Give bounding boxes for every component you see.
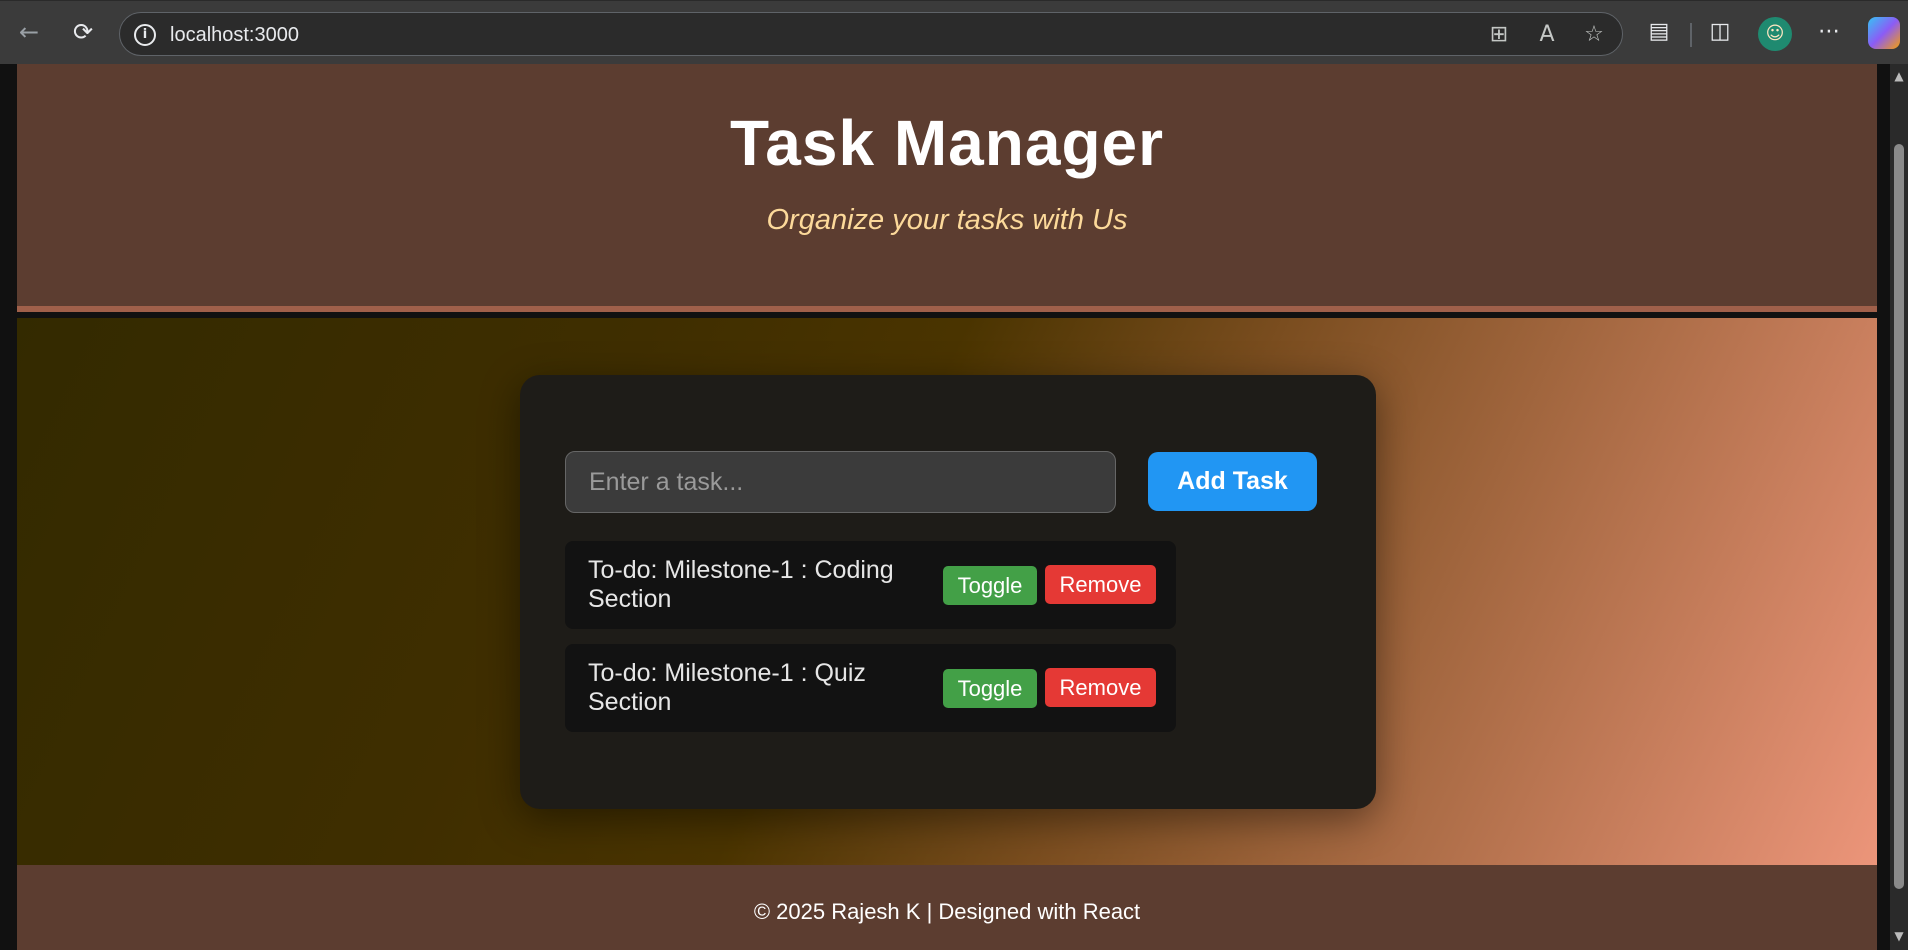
add-task-button[interactable]: Add Task	[1148, 452, 1317, 511]
scroll-up-icon[interactable]: ▲	[1893, 70, 1905, 82]
more-icon[interactable]: ⋯	[1812, 15, 1846, 49]
task-input[interactable]	[565, 451, 1116, 513]
copilot-icon[interactable]	[1868, 17, 1900, 49]
read-aloud-icon[interactable]: A	[1533, 21, 1561, 49]
extension-icon[interactable]: ▤	[1642, 15, 1676, 49]
star-icon[interactable]: ☆	[1580, 21, 1608, 49]
avatar[interactable]: ☺	[1758, 17, 1792, 51]
toggle-button[interactable]: Toggle	[943, 669, 1037, 708]
footer-text: © 2025 Rajesh K | Designed with React	[753, 899, 1141, 924]
page-viewport: Task Manager Organize your tasks with Us…	[0, 64, 1908, 950]
reload-icon[interactable]: ⟳	[66, 15, 100, 49]
browser-toolbar: ← ⟳ i localhost:3000 ⊞ A ☆ ▤ ◫ ☺ ⋯	[0, 0, 1908, 64]
info-icon[interactable]: i	[134, 24, 156, 46]
task-text: To-do: Milestone-1 : Coding Section	[588, 556, 894, 613]
back-arrow-icon[interactable]: ←	[12, 15, 46, 49]
remove-button[interactable]: Remove	[1045, 565, 1156, 604]
toggle-button[interactable]: Toggle	[943, 566, 1037, 605]
app-grid-icon[interactable]: ⊞	[1485, 21, 1513, 49]
page-footer: © 2025 Rajesh K | Designed with React	[17, 865, 1877, 950]
address-bar[interactable]: i localhost:3000 ⊞ A ☆	[119, 12, 1623, 56]
page-header: Task Manager Organize your tasks with Us	[17, 64, 1877, 312]
page-subtitle: Organize your tasks with Us	[766, 204, 1128, 236]
scroll-down-icon[interactable]: ▼	[1893, 930, 1905, 942]
toolbar-divider	[1690, 23, 1692, 47]
page-title: Task Manager	[729, 107, 1165, 179]
task-card: Add Task To-do: Milestone-1 : Coding Sec…	[520, 375, 1376, 809]
url-text[interactable]: localhost:3000	[170, 24, 299, 47]
main-section: Add Task To-do: Milestone-1 : Coding Sec…	[17, 318, 1877, 865]
app-root: Task Manager Organize your tasks with Us…	[17, 64, 1877, 950]
task-item: To-do: Milestone-1 : Quiz Section Toggle…	[565, 644, 1176, 732]
split-screen-icon[interactable]: ◫	[1703, 15, 1737, 49]
vertical-scrollbar[interactable]: ▲ ▼	[1890, 64, 1908, 950]
task-text: To-do: Milestone-1 : Quiz Section	[588, 659, 866, 716]
task-item: To-do: Milestone-1 : Coding Section Togg…	[565, 541, 1176, 629]
scroll-thumb[interactable]	[1894, 144, 1904, 889]
remove-button[interactable]: Remove	[1045, 668, 1156, 707]
